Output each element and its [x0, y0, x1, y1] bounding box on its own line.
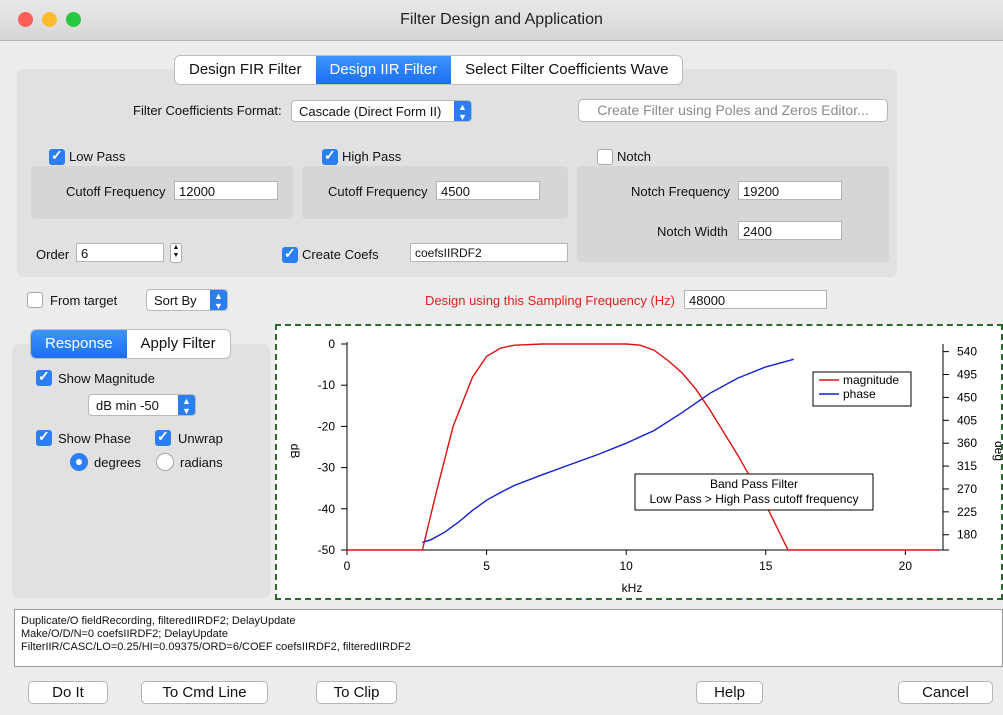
notch-label: Notch	[617, 149, 651, 164]
degrees-label: degrees	[94, 455, 141, 470]
y2-tick-label: 495	[957, 368, 977, 382]
order-label: Order	[36, 247, 70, 262]
y-tick-label: -40	[318, 502, 336, 516]
chevron-updown-icon: ▲ ▼	[178, 395, 195, 416]
degrees-radio[interactable]	[70, 453, 88, 471]
do-it-button[interactable]: Do It	[28, 681, 108, 704]
window-title: Filter Design and Application	[400, 11, 603, 28]
y2-tick-label: 540	[957, 345, 977, 359]
order-stepper[interactable]: ▲ ▼	[170, 243, 182, 263]
y2-tick-label: 450	[957, 390, 977, 404]
design-tabs: Design FIR Filter Design IIR Filter Sele…	[174, 55, 684, 85]
lowpass-cutoff-label: Cutoff Frequency	[66, 184, 166, 199]
x-tick-label: 20	[899, 559, 913, 573]
tab-design-iir[interactable]: Design IIR Filter	[315, 56, 452, 84]
y2-tick-label: 315	[957, 459, 977, 473]
sort-by-value: Sort By	[154, 293, 197, 308]
order-input[interactable]: 6	[76, 243, 164, 262]
legend-label: phase	[843, 387, 876, 401]
coef-format-label: Filter Coefficients Format:	[133, 103, 282, 118]
cancel-button[interactable]: Cancel	[898, 681, 993, 704]
notch-frequency-label: Notch Frequency	[631, 184, 730, 199]
coef-format-select[interactable]: Cascade (Direct Form II) ▲ ▼	[291, 100, 472, 122]
y-tick-label: -30	[318, 461, 336, 475]
annotation-title: Band Pass Filter	[710, 477, 798, 491]
from-target-checkbox[interactable]	[27, 292, 43, 308]
db-min-value: dB min -50	[96, 398, 159, 413]
series-phase	[422, 358, 794, 544]
db-min-select[interactable]: dB min -50 ▲ ▼	[88, 394, 196, 416]
y2-axis-label: deg	[992, 441, 1001, 461]
tab-apply-filter[interactable]: Apply Filter	[127, 330, 230, 358]
coef-format-value: Cascade (Direct Form II)	[299, 104, 442, 119]
y-tick-label: 0	[328, 337, 335, 351]
highpass-cutoff-label: Cutoff Frequency	[328, 184, 428, 199]
sampling-frequency-label: Design using this Sampling Frequency (Hz…	[425, 293, 675, 308]
y2-tick-label: 405	[957, 413, 977, 427]
command-line: Duplicate/O fieldRecording, filteredIIRD…	[21, 615, 296, 627]
radians-label: radians	[180, 455, 223, 470]
unwrap-label: Unwrap	[178, 431, 223, 446]
response-graph[interactable]: 0 5 10 15 20 0 -10 -20 -30 -40 -50 540 495 450 405 360 3…	[275, 324, 1003, 600]
command-preview[interactable]: Duplicate/O fieldRecording, filteredIIRD…	[14, 609, 1003, 667]
show-phase-label: Show Phase	[58, 431, 131, 446]
y-tick-label: -10	[318, 378, 336, 392]
x-tick-label: 5	[483, 559, 490, 573]
response-tabs: Response Apply Filter	[30, 329, 231, 359]
notch-width-label: Notch Width	[657, 224, 728, 239]
y2-tick-label: 360	[957, 436, 977, 450]
lowpass-label: Low Pass	[69, 149, 126, 164]
show-phase-checkbox[interactable]	[36, 428, 52, 446]
unwrap-checkbox[interactable]	[155, 428, 171, 446]
title-bar: Filter Design and Application	[0, 0, 1003, 41]
x-tick-label: 0	[344, 559, 351, 573]
help-button[interactable]: Help	[696, 681, 763, 704]
to-clip-button[interactable]: To Clip	[316, 681, 397, 704]
tab-select-coefficients[interactable]: Select Filter Coefficients Wave	[451, 56, 682, 84]
sort-by-select[interactable]: Sort By ▲ ▼	[146, 289, 228, 311]
highpass-checkbox[interactable]	[322, 147, 338, 165]
command-line: Make/O/D/N=0 coefsIIRDF2; DelayUpdate	[21, 628, 228, 640]
notch-frequency-input[interactable]: 19200	[738, 181, 842, 200]
y-axis-label: dB	[288, 444, 302, 459]
show-magnitude-label: Show Magnitude	[58, 371, 155, 386]
y-tick-label: -20	[318, 419, 336, 433]
notch-width-input[interactable]: 2400	[738, 221, 842, 240]
coefs-name-input[interactable]: coefsIIRDF2	[410, 243, 568, 262]
from-target-label: From target	[50, 293, 118, 308]
annotation-subtitle: Low Pass > High Pass cutoff frequency	[650, 492, 859, 506]
chevron-updown-icon: ▲ ▼	[210, 290, 227, 311]
create-coefs-label: Create Coefs	[302, 247, 379, 262]
to-cmd-line-button[interactable]: To Cmd Line	[141, 681, 268, 704]
lowpass-checkbox[interactable]	[49, 147, 65, 165]
x-tick-label: 15	[759, 559, 773, 573]
command-line: FilterIIR/CASC/LO=0.25/HI=0.09375/ORD=6/…	[21, 641, 411, 653]
y2-tick-label: 180	[957, 528, 977, 542]
x-tick-label: 10	[619, 559, 633, 573]
tab-design-fir[interactable]: Design FIR Filter	[175, 56, 316, 84]
sampling-frequency-input[interactable]: 48000	[684, 290, 827, 309]
highpass-cutoff-input[interactable]: 4500	[436, 181, 540, 200]
notch-box	[577, 166, 889, 262]
y2-tick-label: 270	[957, 482, 977, 496]
chevron-updown-icon: ▲ ▼	[454, 101, 471, 122]
response-chart: 0 5 10 15 20 0 -10 -20 -30 -40 -50 540 495 450 405 360 3…	[288, 337, 1003, 595]
x-axis-label: kHz	[622, 581, 643, 595]
legend-label: magnitude	[843, 373, 899, 387]
lowpass-cutoff-input[interactable]: 12000	[174, 181, 278, 200]
show-magnitude-checkbox[interactable]	[36, 368, 52, 386]
y-tick-label: -50	[318, 543, 336, 557]
poles-zeros-editor-button[interactable]: Create Filter using Poles and Zeros Edit…	[578, 99, 888, 122]
tab-response[interactable]: Response	[31, 330, 127, 358]
highpass-label: High Pass	[342, 149, 402, 164]
create-coefs-checkbox[interactable]	[282, 245, 298, 263]
notch-checkbox[interactable]	[597, 149, 613, 165]
radians-radio[interactable]	[156, 453, 174, 471]
y2-tick-label: 225	[957, 505, 977, 519]
